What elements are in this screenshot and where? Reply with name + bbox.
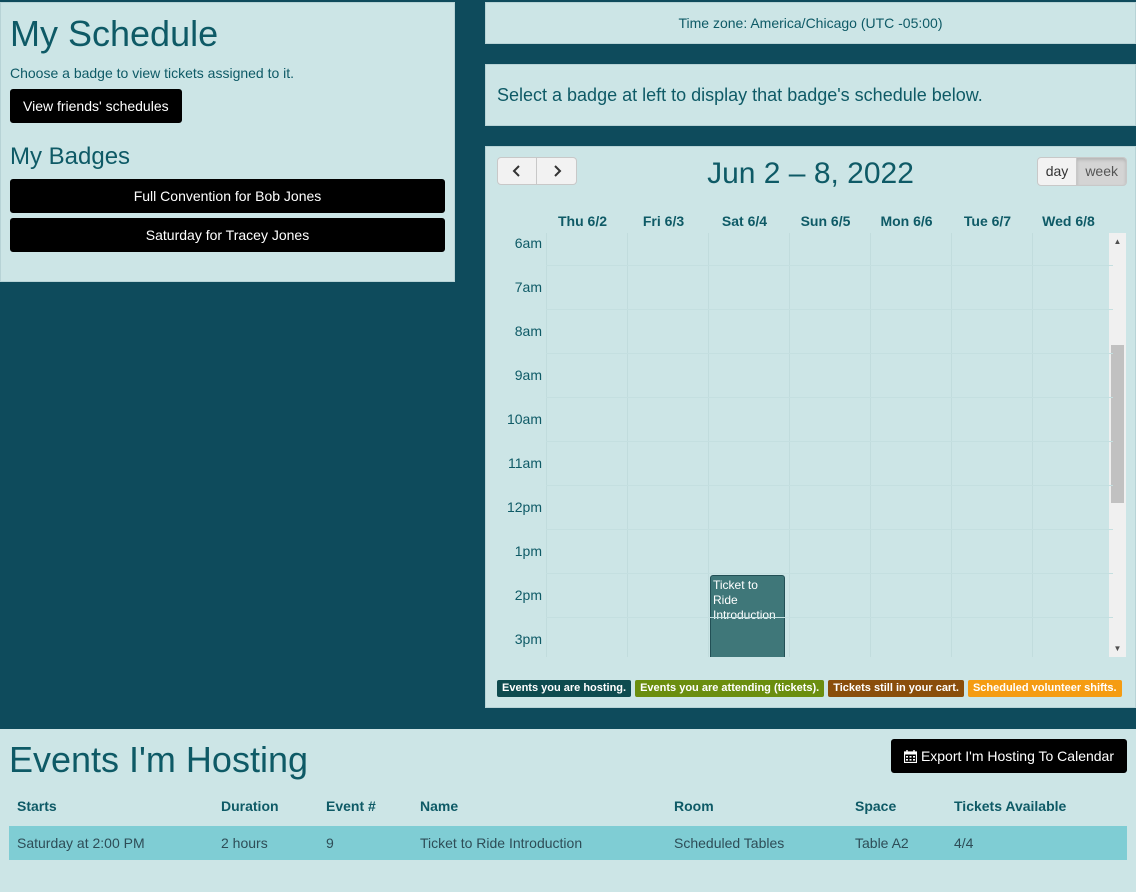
calendar-icon xyxy=(903,749,917,763)
table-row[interactable]: Saturday at 2:00 PM 2 hours 9 Ticket to Rid… xyxy=(9,826,1127,860)
time-label: 3pm xyxy=(514,631,542,647)
hour-gridline xyxy=(546,529,1113,530)
hosting-section: Events I'm Hosting Export I'm Hosting To… xyxy=(0,729,1136,892)
table-cell: 2 hours xyxy=(221,835,268,851)
calendar-grid[interactable]: 6am 7am 8am 9am 10am 11am 12pm 1pm 2pm 3pm Ticket… xyxy=(497,233,1126,657)
hosting-table: Starts Duration Event # Name Room Space Ticket… xyxy=(9,795,1127,860)
badge-button[interactable]: Full Convention for Bob Jones xyxy=(10,179,445,213)
day-header: Wed 6/8 xyxy=(1042,213,1095,229)
time-label: 2pm xyxy=(514,587,542,603)
day-header: Sun 6/5 xyxy=(800,213,851,229)
prev-week-button[interactable] xyxy=(497,157,537,185)
day-column[interactable] xyxy=(546,233,627,657)
hour-gridline xyxy=(546,485,1113,486)
view-week-button[interactable]: week xyxy=(1077,157,1127,186)
hour-gridline xyxy=(546,441,1113,442)
day-column[interactable] xyxy=(789,233,870,657)
day-header: Mon 6/6 xyxy=(880,213,933,229)
column-header[interactable]: Duration xyxy=(213,795,318,826)
time-label: 11am xyxy=(508,455,542,471)
time-label: 12pm xyxy=(506,499,542,515)
table-header-row: Starts Duration Event # Name Room Space Ticket… xyxy=(9,795,1127,826)
scroll-thumb[interactable] xyxy=(1111,345,1124,503)
next-week-button[interactable] xyxy=(537,157,577,185)
hour-gridline xyxy=(546,397,1113,398)
time-label: 1pm xyxy=(514,543,542,559)
day-header: Sat 6/4 xyxy=(721,213,768,229)
view-switcher: day week xyxy=(1036,157,1127,186)
table-cell: 4/4 xyxy=(954,835,974,851)
day-header: Fri 6/3 xyxy=(642,213,685,229)
hour-gridline xyxy=(546,265,1113,266)
column-header[interactable]: Tickets Available xyxy=(946,795,1127,826)
calendar-scrollbar[interactable]: ▲ ▼ xyxy=(1109,233,1126,657)
day-column[interactable] xyxy=(951,233,1032,657)
hour-gridline xyxy=(546,617,1113,618)
table-cell: Scheduled Tables xyxy=(674,835,785,851)
hint-text: Select a badge at left to display that b… xyxy=(497,85,983,105)
column-header[interactable]: Event # xyxy=(318,795,412,826)
days-area: Ticket to Ride Introduction xyxy=(546,233,1113,657)
calendar-event[interactable]: Ticket to Ride Introduction xyxy=(710,575,785,657)
page-title: My Schedule xyxy=(10,13,219,54)
table-cell: Table A2 xyxy=(855,835,909,851)
legend-item: Tickets still in your cart. xyxy=(828,680,964,697)
time-label: 8am xyxy=(514,323,542,339)
timezone-panel: Time zone: America/Chicago (UTC -05:00) xyxy=(485,2,1136,44)
hour-gridline xyxy=(546,353,1113,354)
day-column[interactable] xyxy=(870,233,951,657)
table-body: Saturday at 2:00 PM 2 hours 9 Ticket to Rid… xyxy=(9,826,1127,860)
scroll-up-arrow-icon[interactable]: ▲ xyxy=(1109,233,1126,250)
table-cell: Ticket to Ride Introduction xyxy=(420,835,583,851)
scroll-down-arrow-icon[interactable]: ▼ xyxy=(1109,640,1126,657)
hint-panel: Select a badge at left to display that b… xyxy=(485,64,1136,126)
hour-gridline xyxy=(546,573,1113,574)
chevron-right-icon xyxy=(553,165,561,177)
view-friends-schedules-button[interactable]: View friends' schedules xyxy=(10,89,182,123)
column-header[interactable]: Name xyxy=(412,795,666,826)
export-hosting-button[interactable]: Export I'm Hosting To Calendar xyxy=(890,739,1127,773)
badges-heading: My Badges xyxy=(10,143,131,170)
legend-item: Events you are hosting. xyxy=(497,680,632,697)
calendar-nav xyxy=(497,157,577,185)
legend-item: Scheduled volunteer shifts. xyxy=(967,680,1122,697)
table-cell: 9 xyxy=(326,835,334,851)
badge-button[interactable]: Saturday for Tracey Jones xyxy=(10,218,445,252)
calendar-panel: Jun 2 – 8, 2022 day week Thu 6/2 Fri 6/3 S… xyxy=(485,146,1136,708)
column-header[interactable]: Starts xyxy=(9,795,213,826)
day-headers: Thu 6/2 Fri 6/3 Sat 6/4 Sun 6/5 Mon 6/6 Tue 6… xyxy=(542,213,1109,229)
column-header[interactable]: Space xyxy=(847,795,946,826)
table-cell: Saturday at 2:00 PM xyxy=(17,835,145,851)
day-column[interactable] xyxy=(627,233,708,657)
timezone-text: Time zone: America/Chicago (UTC -05:00) xyxy=(678,15,943,31)
time-label: 10am xyxy=(506,411,542,427)
day-column[interactable] xyxy=(1032,233,1113,657)
schedule-subtitle: Choose a badge to view tickets assigned … xyxy=(10,65,295,81)
time-label: 9am xyxy=(514,367,542,383)
view-day-button[interactable]: day xyxy=(1036,157,1078,186)
legend-item: Events you are attending (tickets). xyxy=(635,680,825,697)
chevron-left-icon xyxy=(512,165,520,177)
time-label: 7am xyxy=(514,279,542,295)
day-header: Thu 6/2 xyxy=(557,213,607,229)
time-label: 6am xyxy=(514,235,542,251)
column-header[interactable]: Room xyxy=(666,795,847,826)
day-header: Tue 6/7 xyxy=(963,213,1012,229)
hour-gridline xyxy=(546,309,1113,310)
export-hosting-label: Export I'm Hosting To Calendar xyxy=(920,748,1114,764)
calendar-legend: Events you are hosting. Events you are at… xyxy=(497,680,1122,697)
my-schedule-panel: My Schedule Choose a badge to view ticke… xyxy=(0,2,455,282)
